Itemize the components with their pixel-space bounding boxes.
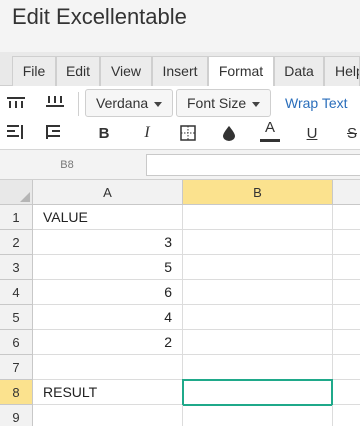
title-bar: Edit Excellentable — [0, 0, 360, 52]
menu-view[interactable]: View — [100, 56, 152, 86]
spreadsheet-grid: A B 1 VALUE 2 3 3 5 4 6 5 4 6 2 7 8 RESU… — [0, 180, 360, 426]
cell-b2[interactable] — [183, 230, 333, 255]
cell-a2[interactable]: 3 — [33, 230, 183, 255]
cell-b9[interactable] — [183, 405, 333, 426]
cell-a3[interactable]: 5 — [33, 255, 183, 280]
row-header[interactable]: 8 — [0, 380, 33, 405]
align-top-icon[interactable] — [5, 92, 27, 114]
menu-data[interactable]: Data — [274, 56, 324, 86]
cell-b1[interactable] — [183, 205, 333, 230]
row-header[interactable]: 7 — [0, 355, 33, 380]
row-header[interactable]: 6 — [0, 330, 33, 355]
cell-c4[interactable] — [333, 280, 360, 305]
font-family-label: Verdana — [96, 95, 149, 111]
cell-a7[interactable] — [33, 355, 183, 380]
column-header-b[interactable]: B — [183, 180, 333, 205]
menu-bar: File Edit View Insert Format Data Help — [0, 52, 360, 87]
menu-help[interactable]: Help — [324, 56, 360, 86]
cell-reference[interactable]: B8 — [0, 150, 134, 180]
row-header[interactable]: 9 — [0, 405, 33, 426]
cell-b7[interactable] — [183, 355, 333, 380]
row-header[interactable]: 1 — [0, 205, 33, 230]
cell-a6[interactable]: 2 — [33, 330, 183, 355]
app-title: Edit Excellentable — [12, 4, 187, 29]
formula-bar: B8 — [0, 150, 360, 180]
bold-button[interactable]: B — [93, 122, 115, 144]
cell-a5[interactable]: 4 — [33, 305, 183, 330]
cell-b6[interactable] — [183, 330, 333, 355]
cell-b8-selected[interactable] — [182, 379, 333, 406]
text-color-button[interactable]: A — [259, 120, 281, 142]
text-color-label: A — [264, 119, 275, 136]
align-middle-icon[interactable] — [44, 92, 66, 114]
toolbar-divider — [78, 92, 79, 116]
menu-edit[interactable]: Edit — [56, 56, 100, 86]
fill-color-icon[interactable] — [218, 122, 240, 144]
select-all-corner[interactable] — [0, 180, 33, 205]
borders-icon[interactable] — [177, 122, 199, 144]
text-color-swatch — [260, 139, 280, 142]
cell-b5[interactable] — [183, 305, 333, 330]
menu-format[interactable]: Format — [208, 56, 274, 87]
strikethrough-button[interactable]: S — [341, 122, 360, 144]
cell-b3[interactable] — [183, 255, 333, 280]
row-header[interactable]: 3 — [0, 255, 33, 280]
column-header-c[interactable] — [333, 180, 360, 205]
valign-icon[interactable] — [44, 121, 66, 143]
cell-c7[interactable] — [333, 355, 360, 380]
cell-a1[interactable]: VALUE — [33, 205, 183, 230]
row-header[interactable]: 2 — [0, 230, 33, 255]
cell-a9[interactable] — [33, 405, 183, 426]
cell-b4[interactable] — [183, 280, 333, 305]
font-size-label: Font Size — [187, 95, 247, 111]
cell-c2[interactable] — [333, 230, 360, 255]
cell-c1[interactable] — [333, 205, 360, 230]
menu-file[interactable]: File — [12, 56, 56, 86]
column-header-a[interactable]: A — [33, 180, 183, 205]
menu-insert[interactable]: Insert — [152, 56, 208, 86]
cell-a4[interactable]: 6 — [33, 280, 183, 305]
cell-c5[interactable] — [333, 305, 360, 330]
row-header[interactable]: 5 — [0, 305, 33, 330]
align-bottom-icon[interactable] — [5, 121, 27, 143]
wrap-text-button[interactable]: Wrap Text — [285, 95, 348, 111]
italic-button[interactable]: I — [136, 122, 158, 144]
underline-button[interactable]: U — [301, 122, 323, 144]
row-header[interactable]: 4 — [0, 280, 33, 305]
cell-a8[interactable]: RESULT — [33, 380, 183, 405]
font-size-select[interactable]: Font Size — [176, 89, 272, 117]
cell-c9[interactable] — [333, 405, 360, 426]
chevron-down-icon — [252, 101, 261, 107]
chevron-down-icon — [154, 101, 163, 107]
cell-c6[interactable] — [333, 330, 360, 355]
select-all-icon — [20, 192, 30, 202]
font-family-select[interactable]: Verdana — [85, 89, 174, 117]
cell-c8[interactable] — [333, 380, 360, 405]
formula-input[interactable] — [146, 154, 360, 176]
cell-c3[interactable] — [333, 255, 360, 280]
